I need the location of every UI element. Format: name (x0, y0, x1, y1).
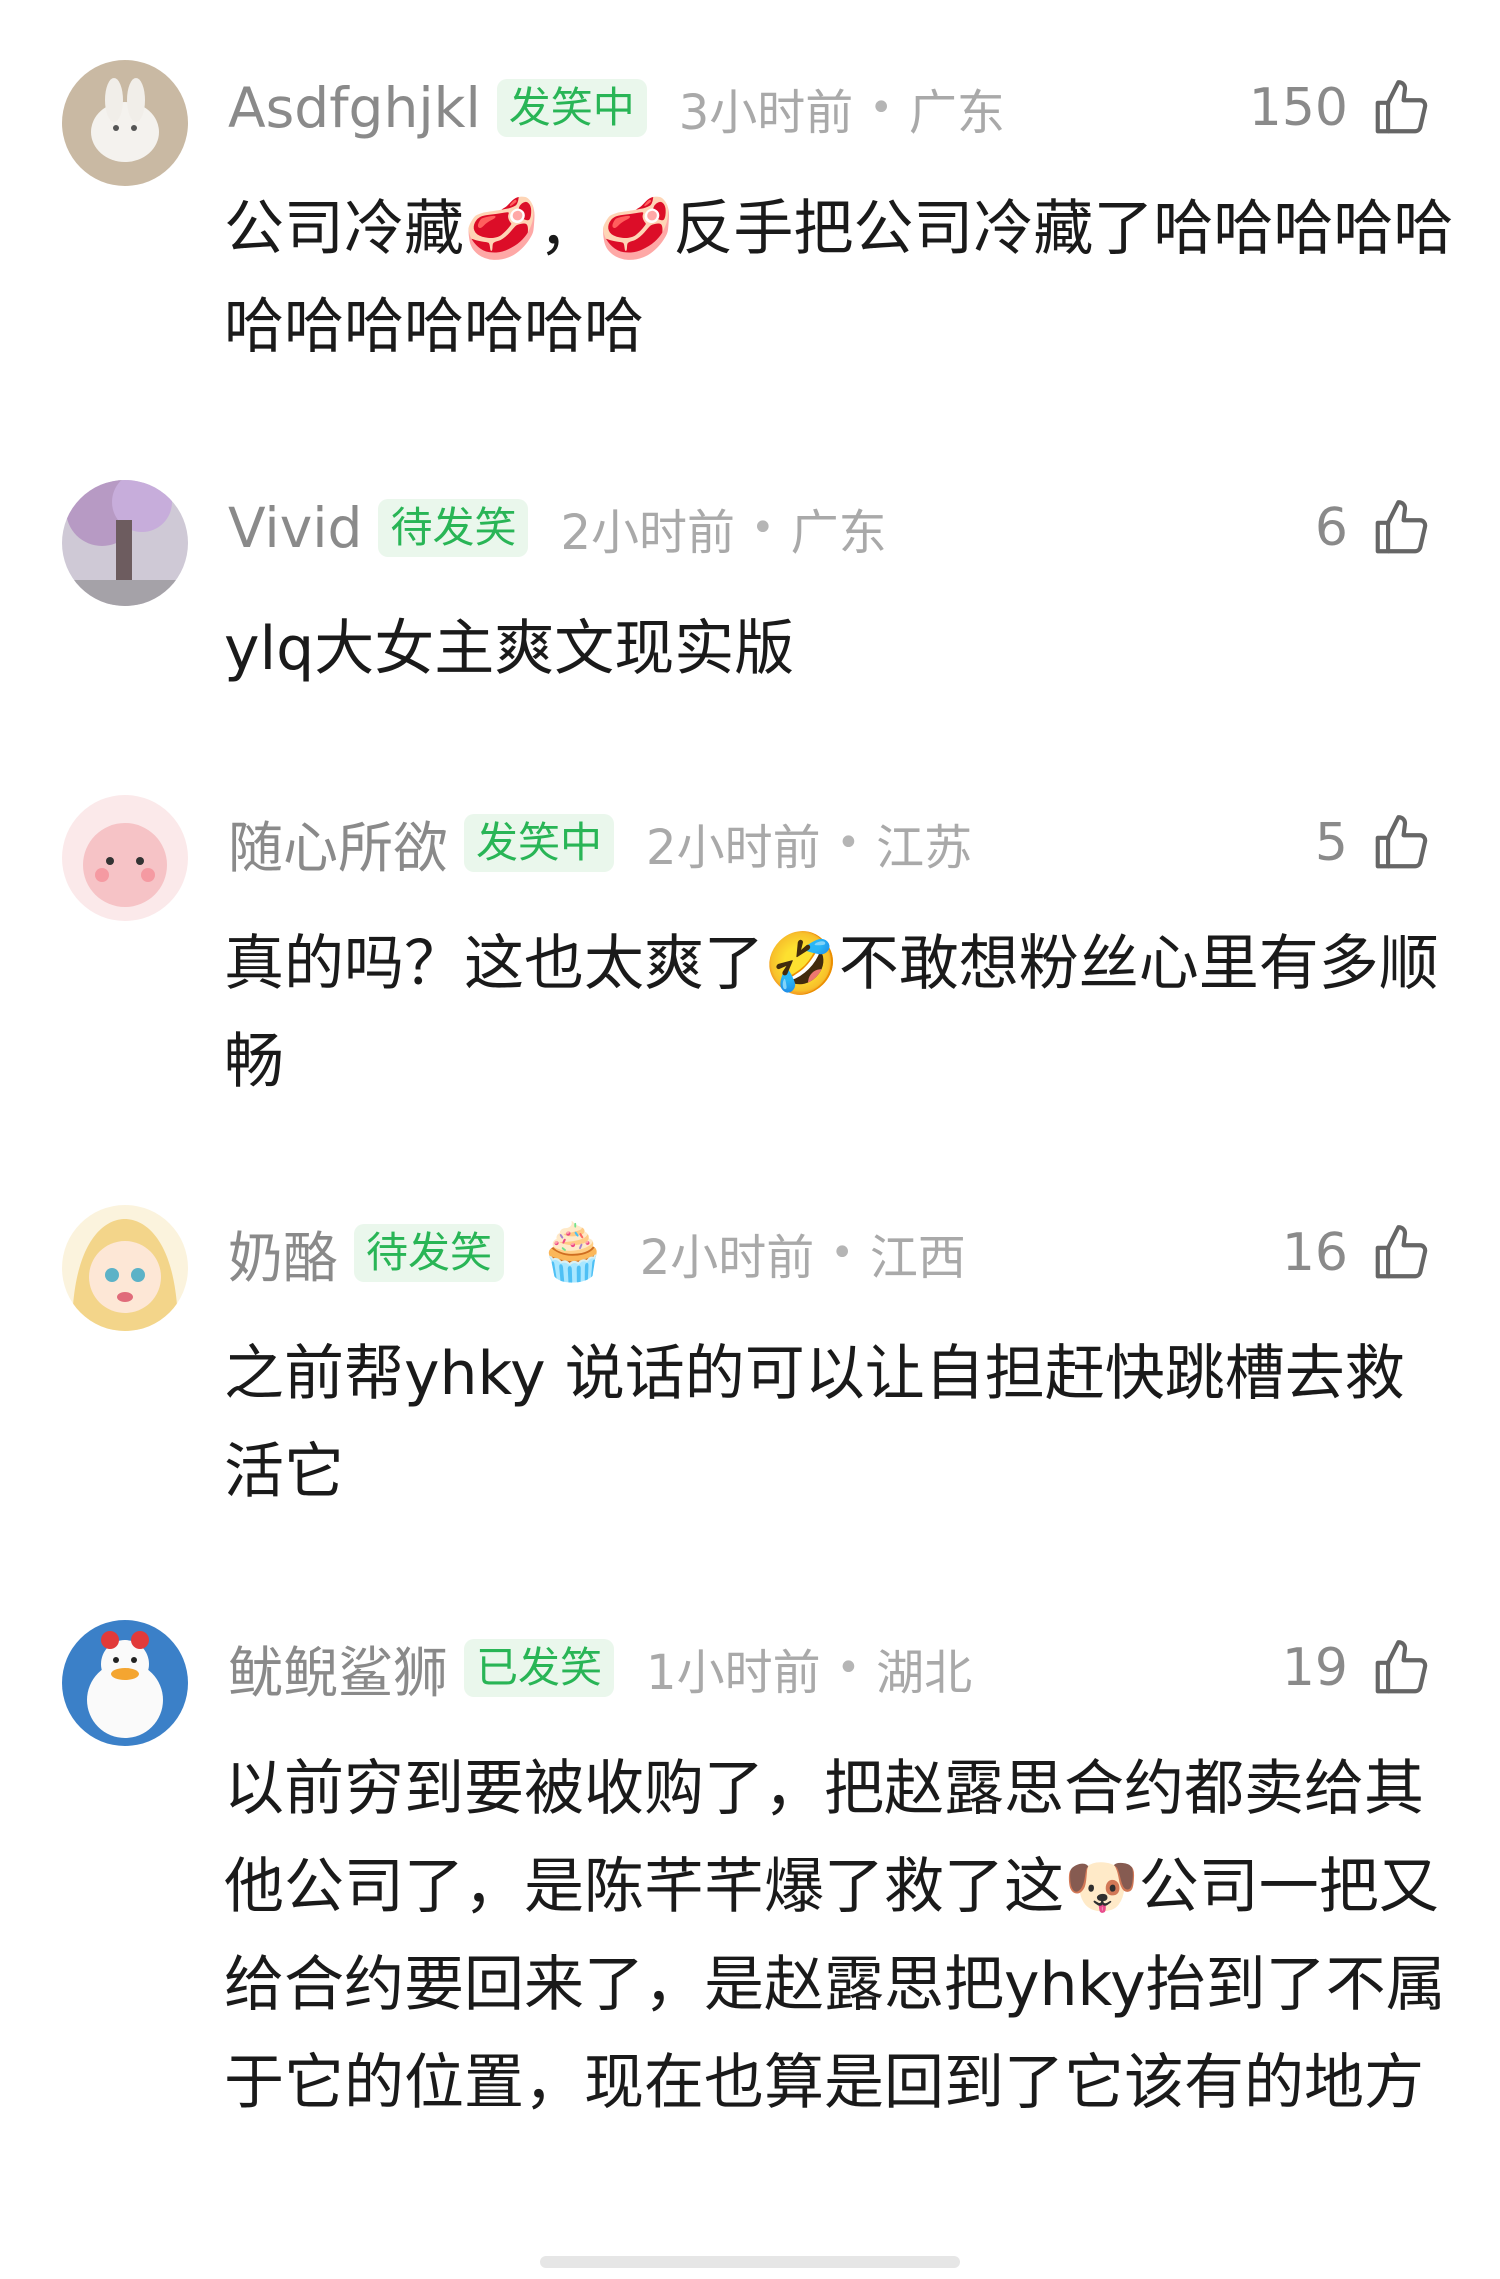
comment-text: 之前帮yhky 说话的可以让自担赶快跳槽去救活它 (224, 1339, 1405, 1507)
username[interactable]: 奶酪 (228, 1213, 338, 1293)
like-button[interactable]: 150 (1249, 60, 1432, 156)
like-count: 5 (1314, 813, 1348, 873)
comment-text: 真的吗？这也太爽了🤣不敢想粉丝心里有多顺畅 (224, 929, 1439, 1097)
like-count: 19 (1281, 1638, 1348, 1698)
white-rabbit-avatar[interactable] (62, 60, 188, 186)
thumbs-up-icon (1375, 1225, 1428, 1279)
comment-item: 随心所欲 发笑中 2小时前 • 江苏 5 真的吗？这也太爽了🤣不敢想粉丝心里有多… (0, 795, 1500, 1097)
like-button[interactable]: 19 (1282, 1620, 1432, 1716)
region-label: 江西 (869, 1230, 966, 1286)
thumbs-up-icon (1375, 500, 1428, 554)
comment-item: 鱿鲵鲨狮 已发笑 1小时前 • 湖北 19 以前穷到要被收购了，把赵露思合约都卖… (0, 1620, 1500, 2240)
cherry-blossom-tree-avatar[interactable] (62, 480, 188, 606)
thumbs-up-icon (1375, 1640, 1428, 1694)
region-label: 江苏 (876, 820, 973, 876)
separator-dot: • (751, 505, 775, 551)
pink-blob-avatar[interactable] (62, 795, 188, 921)
region-label: 广东 (908, 85, 1005, 141)
comment-item: Asdfghjkl 发笑中 3小时前 • 广东 150 公司冷藏🥩，🥩反手把公司… (0, 60, 1500, 362)
comment-meta: 奶酪 待发笑 🧁 2小时前 • 江西 (228, 1205, 1440, 1301)
timestamp: 3小时前 (678, 85, 854, 141)
separator-dot: • (869, 85, 893, 131)
duck-avatar[interactable] (62, 1620, 188, 1746)
thumbs-up-icon (1375, 815, 1428, 869)
comment-text: ylq大女主爽文现实版 (224, 614, 795, 684)
separator-dot: • (836, 820, 861, 866)
comment-meta: 鱿鲵鲨狮 已发笑 1小时前 • 湖北 (228, 1620, 1440, 1716)
username[interactable]: 随心所欲 (228, 803, 448, 883)
comment-list: Asdfghjkl 发笑中 3小时前 • 广东 150 公司冷藏🥩，🥩反手把公司… (0, 0, 1500, 2279)
status-badge: 已发笑 (464, 1638, 615, 1698)
like-button[interactable]: 5 (1315, 795, 1432, 891)
username[interactable]: Asdfghjkl (228, 76, 481, 140)
status-badge: 待发笑 (378, 498, 529, 558)
comment-meta: Vivid 待发笑 2小时前 • 广东 (228, 480, 1440, 576)
comment-item: Vivid 待发笑 2小时前 • 广东 6 ylq大女主爽文现实版 (0, 480, 1500, 700)
separator-dot: • (836, 1645, 861, 1691)
like-count: 6 (1314, 498, 1348, 558)
status-badge: 发笑中 (464, 813, 615, 873)
cupcake-icon: 🧁 (538, 1220, 608, 1285)
timestamp: 2小时前 (646, 820, 821, 876)
timestamp: 2小时前 (560, 505, 736, 561)
status-badge: 待发笑 (354, 1223, 505, 1283)
comment-text: 以前穷到要被收购了，把赵露思合约都卖给其他公司了，是陈芊芊爆了救了这🐶公司一把又… (224, 1754, 1446, 2118)
comment-text: 公司冷藏🥩，🥩反手把公司冷藏了哈哈哈哈哈哈哈哈哈哈哈哈 (224, 194, 1454, 362)
username[interactable]: Vivid (228, 496, 362, 560)
anime-girl-avatar[interactable] (62, 1205, 188, 1331)
region-label: 广东 (790, 505, 887, 561)
comment-item: 奶酪 待发笑 🧁 2小时前 • 江西 16 之前帮yhky 说话的可以让自担赶快… (0, 1205, 1500, 1507)
like-button[interactable]: 16 (1282, 1205, 1432, 1301)
like-button[interactable]: 6 (1315, 480, 1432, 576)
separator-dot: • (830, 1230, 854, 1276)
username[interactable]: 鱿鲵鲨狮 (228, 1628, 448, 1708)
home-indicator[interactable] (540, 2256, 960, 2268)
like-count: 150 (1248, 78, 1348, 138)
like-count: 16 (1281, 1223, 1348, 1283)
status-badge: 发笑中 (496, 78, 647, 138)
timestamp: 2小时前 (639, 1230, 815, 1286)
thumbs-up-icon (1375, 80, 1428, 134)
timestamp: 1小时前 (646, 1645, 821, 1701)
comment-meta: 随心所欲 发笑中 2小时前 • 江苏 (228, 795, 1440, 891)
region-label: 湖北 (876, 1645, 973, 1701)
